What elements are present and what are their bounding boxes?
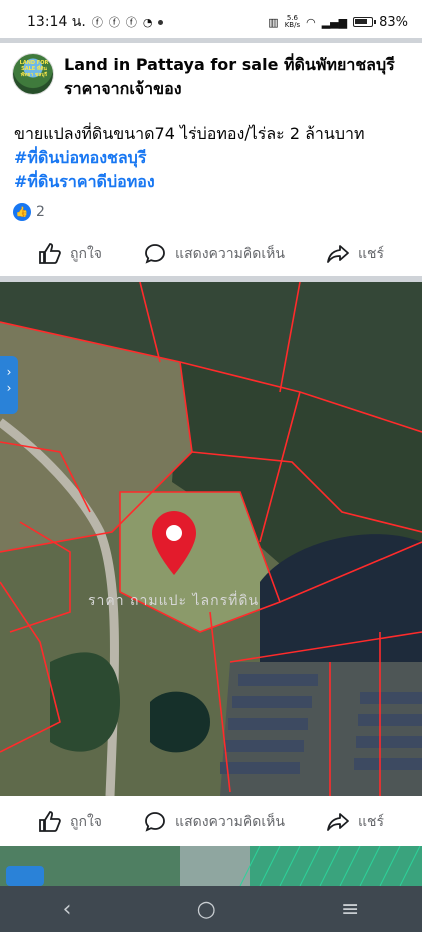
- comment-button[interactable]: แสดงความคิดเห็น: [143, 810, 285, 834]
- network-speed: 5.6 KB/s: [284, 14, 301, 29]
- facebook-icon: ⓕ: [91, 15, 103, 29]
- reaction-summary[interactable]: 👍 2: [13, 203, 45, 221]
- comment-button[interactable]: แสดงความคิดเห็น: [143, 242, 285, 266]
- share-label: แชร์: [357, 246, 384, 262]
- map-overlay-text: ราคา ถามแปะ ไลกรที่ดิน: [88, 593, 260, 609]
- post-text: ขายแปลงที่ดินขนาด74 ไร่บ่อทอง/ไร่ละ 2 ล้…: [14, 122, 365, 194]
- like-label: ถูกใจ: [70, 246, 102, 262]
- more-notifications-icon: [158, 19, 164, 25]
- battery-icon: [353, 17, 377, 27]
- facebook-icon: ⓕ: [108, 15, 120, 29]
- next-post-image[interactable]: [0, 846, 422, 886]
- reaction-count: 2: [36, 204, 45, 220]
- recent-apps-button[interactable]: ≡: [341, 897, 359, 922]
- vibrate-icon: ▥: [268, 15, 279, 29]
- back-button[interactable]: ‹: [63, 897, 72, 922]
- next-map-preview: [0, 846, 422, 886]
- battery-percent: 83%: [379, 14, 408, 30]
- action-bar: ถูกใจ แสดงความคิดเห็น แชร์: [0, 802, 422, 842]
- signal-icon: ▂▄▆: [321, 15, 348, 29]
- comment-label: แสดงความคิดเห็น: [175, 246, 285, 262]
- satellite-map: [0, 282, 422, 796]
- share-icon: [327, 813, 349, 831]
- system-nav-bar: ‹ ○ ≡: [0, 886, 422, 932]
- thumb-up-icon: [39, 243, 61, 264]
- like-label: ถูกใจ: [70, 814, 102, 830]
- comment-icon: [145, 812, 165, 832]
- feed-divider: [0, 38, 422, 43]
- facebook-icon: ⓕ: [125, 15, 137, 29]
- side-chevron-tab[interactable]: › ›: [0, 356, 18, 414]
- hashtag-link[interactable]: #ที่ดินราคาดีบ่อทอง: [14, 170, 365, 194]
- share-icon: [327, 245, 349, 263]
- like-button[interactable]: ถูกใจ: [38, 810, 102, 834]
- like-reaction-icon: 👍: [13, 203, 31, 221]
- wifi-icon: ◠: [306, 15, 316, 29]
- status-time: 13:14 น.: [27, 14, 86, 30]
- share-button[interactable]: แชร์: [326, 242, 384, 266]
- home-button[interactable]: ○: [197, 897, 216, 922]
- post-map-image[interactable]: ราคา ถามแปะ ไลกรที่ดิน: [0, 282, 422, 796]
- share-button[interactable]: แชร์: [326, 810, 384, 834]
- post-header: LAND FOR SALE ที่ดินพัทยา ชลบุรี Land in…: [12, 53, 412, 101]
- messenger-icon: ◔: [142, 15, 153, 29]
- comment-icon: [145, 244, 165, 264]
- action-bar: ถูกใจ แสดงความคิดเห็น แชร์: [0, 234, 422, 274]
- comment-label: แสดงความคิดเห็น: [175, 814, 285, 830]
- page-avatar[interactable]: LAND FOR SALE ที่ดินพัทยา ชลบุรี: [12, 53, 54, 95]
- page-name[interactable]: Land in Pattaya for sale ที่ดินพัทยาชลบุ…: [64, 53, 395, 101]
- hashtag-link[interactable]: #ที่ดินบ่อทองชลบุรี: [14, 146, 365, 170]
- thumb-up-icon: [39, 811, 61, 832]
- like-button[interactable]: ถูกใจ: [38, 242, 102, 266]
- share-label: แชร์: [357, 814, 384, 830]
